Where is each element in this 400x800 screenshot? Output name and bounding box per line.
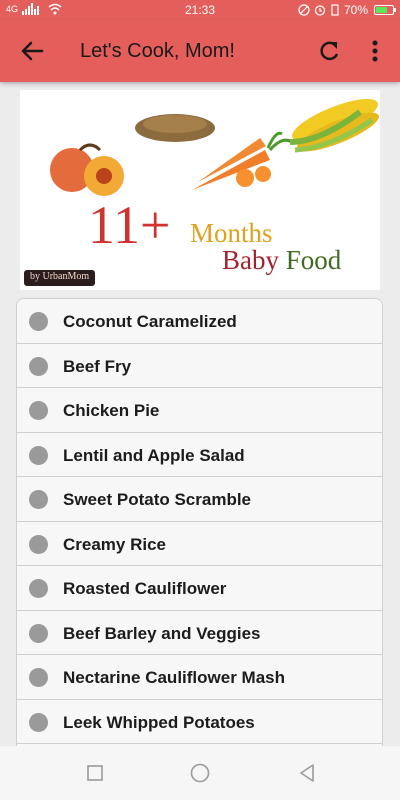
recipe-list-item[interactable]: Coconut Caramelized <box>17 299 382 344</box>
recipe-label: Nectarine Cauliflower Mash <box>63 668 286 687</box>
arrow-back-icon[interactable] <box>18 37 46 65</box>
seeds-icon <box>135 114 215 142</box>
banner-food: Food <box>285 245 342 275</box>
bullet-icon <box>29 534 48 554</box>
status-bar: 4G 21:33 70% <box>0 0 400 20</box>
carrot-icon <box>192 131 293 190</box>
refresh-icon[interactable] <box>316 38 342 64</box>
peach-icon <box>50 143 124 196</box>
recipe-label: Leek Whipped Potatoes <box>63 712 255 732</box>
recipe-list-item[interactable]: Leek Whipped Potatoes <box>17 699 382 744</box>
recipe-label: Beef Barley and Veggies <box>63 623 261 643</box>
battery-fill <box>376 7 387 13</box>
banner-image: 11+ Months Baby Food by UrbanMom <box>20 90 380 290</box>
status-right: 70% <box>298 3 396 17</box>
bullet-icon <box>29 490 48 509</box>
battery-percent: 70% <box>343 3 368 17</box>
battery-icon <box>374 5 396 15</box>
bullet-icon <box>29 668 48 687</box>
system-nav-bar <box>0 746 400 800</box>
app-title: Let's Cook, Mom! <box>80 40 235 62</box>
recipe-list: Coconut Caramelized Beef Fry Chicken Pie Le… <box>16 298 383 758</box>
bullet-icon <box>29 356 48 376</box>
circle-home-icon[interactable] <box>190 763 210 783</box>
recipe-list-item[interactable]: Beef Fry <box>17 343 382 388</box>
recipe-list-item[interactable]: Sweet Potato Scramble <box>17 477 382 522</box>
recipe-label: Lentil and Apple Salad <box>63 445 245 465</box>
alarm-icon <box>314 5 326 16</box>
app-bar: Let's Cook, Mom! <box>0 20 400 82</box>
recipe-list-item[interactable]: Lentil and Apple Salad <box>17 432 382 477</box>
recipe-label: Coconut Caramelized <box>63 312 237 331</box>
vibrate-icon <box>331 4 339 16</box>
banner-baby: Baby <box>222 245 279 275</box>
recipe-label: Chicken Pie <box>63 401 160 420</box>
recipe-label: Sweet Potato Scramble <box>63 490 252 509</box>
no-sound-icon <box>298 4 310 16</box>
banner-baby-food: Baby Food <box>222 245 341 276</box>
corn-icon <box>289 98 380 153</box>
banner-credit: by UrbanMom <box>24 270 96 286</box>
recipe-list-item[interactable]: Creamy Rice <box>17 521 382 566</box>
recipe-label: Roasted Cauliflower <box>63 579 227 598</box>
bullet-icon <box>29 312 48 331</box>
recipe-list-item[interactable]: Chicken Pie <box>17 388 382 433</box>
square-recents-icon[interactable] <box>85 763 105 783</box>
bullet-icon <box>29 445 48 465</box>
bullet-icon <box>29 401 48 420</box>
bullet-icon <box>29 623 48 643</box>
recipe-label: Creamy Rice <box>63 534 167 554</box>
recipe-list-item[interactable]: Roasted Cauliflower <box>17 566 382 611</box>
bullet-icon <box>29 579 48 598</box>
banner-number: 11+ <box>88 195 171 255</box>
triangle-back-icon[interactable] <box>297 763 317 783</box>
recipe-label: Beef Fry <box>63 356 132 376</box>
recipe-list-item[interactable]: Beef Barley and Veggies <box>17 610 382 655</box>
bullet-icon <box>29 712 48 732</box>
recipe-list-item[interactable]: Nectarine Cauliflower Mash <box>17 655 382 700</box>
food-illustration <box>50 98 380 196</box>
more-vert-icon[interactable] <box>362 37 388 65</box>
